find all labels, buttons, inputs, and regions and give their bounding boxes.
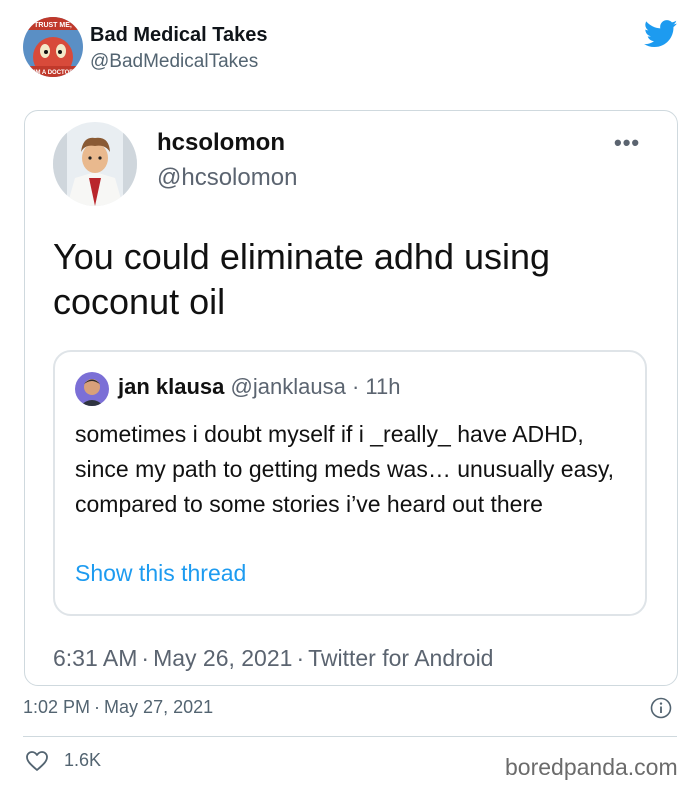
separator-dot: ·	[141, 645, 150, 671]
info-icon[interactable]	[650, 697, 672, 719]
tweet-timestamp[interactable]: 1:02 PM · May 27, 2021	[23, 697, 213, 718]
heart-icon[interactable]	[25, 750, 49, 772]
separator-dot: ·	[351, 374, 360, 399]
watermark: boredpanda.com	[505, 754, 678, 780]
quoted-tweet-header: jan klausa @janklausa · 11h	[118, 374, 400, 400]
professor-avatar-icon	[53, 122, 137, 206]
inner-time: 6:31 AM	[53, 645, 138, 671]
quoted-author-name: jan klausa	[118, 374, 225, 399]
separator-dot: ·	[296, 645, 305, 671]
svg-text:TRUST ME,: TRUST ME,	[34, 22, 72, 29]
author-avatar[interactable]: TRUST ME, I'M A DOCTOR	[23, 17, 83, 77]
separator-dot: ·	[94, 697, 101, 717]
quoted-author-avatar	[75, 372, 109, 406]
zoidberg-avatar-icon: TRUST ME, I'M A DOCTOR	[23, 17, 83, 77]
person-avatar-icon	[75, 372, 109, 406]
inner-author-handle: @hcsolomon	[157, 164, 298, 191]
footer-divider	[23, 736, 677, 737]
author-handle[interactable]: @BadMedicalTakes	[90, 51, 258, 73]
show-thread-link: Show this thread	[75, 560, 247, 586]
tweet-date[interactable]: May 27, 2021	[104, 697, 213, 717]
more-options-icon: •••	[614, 130, 641, 155]
inner-date: May 26, 2021	[153, 645, 293, 671]
tweet-time[interactable]: 1:02 PM	[23, 697, 90, 717]
inner-source: Twitter for Android	[308, 645, 494, 671]
quoted-author-handle: @janklausa	[230, 374, 346, 399]
like-count[interactable]: 1.6K	[64, 750, 101, 771]
twitter-bird-icon[interactable]	[643, 20, 678, 48]
svg-text:I'M A DOCTOR: I'M A DOCTOR	[32, 70, 74, 76]
author-name[interactable]: Bad Medical Takes	[90, 24, 267, 47]
quoted-tweet-text: sometimes i doubt myself if i _really_ h…	[75, 421, 615, 517]
inner-tweet-timestamp: 6:31 AM · May 26, 2021 · Twitter for Android	[53, 645, 493, 672]
inner-author-avatar	[53, 122, 137, 206]
quoted-tweet-age: 11h	[365, 374, 401, 399]
inner-author-name: hcsolomon	[157, 129, 286, 156]
inner-tweet-text: You could eliminate adhd using coconut o…	[53, 236, 551, 322]
